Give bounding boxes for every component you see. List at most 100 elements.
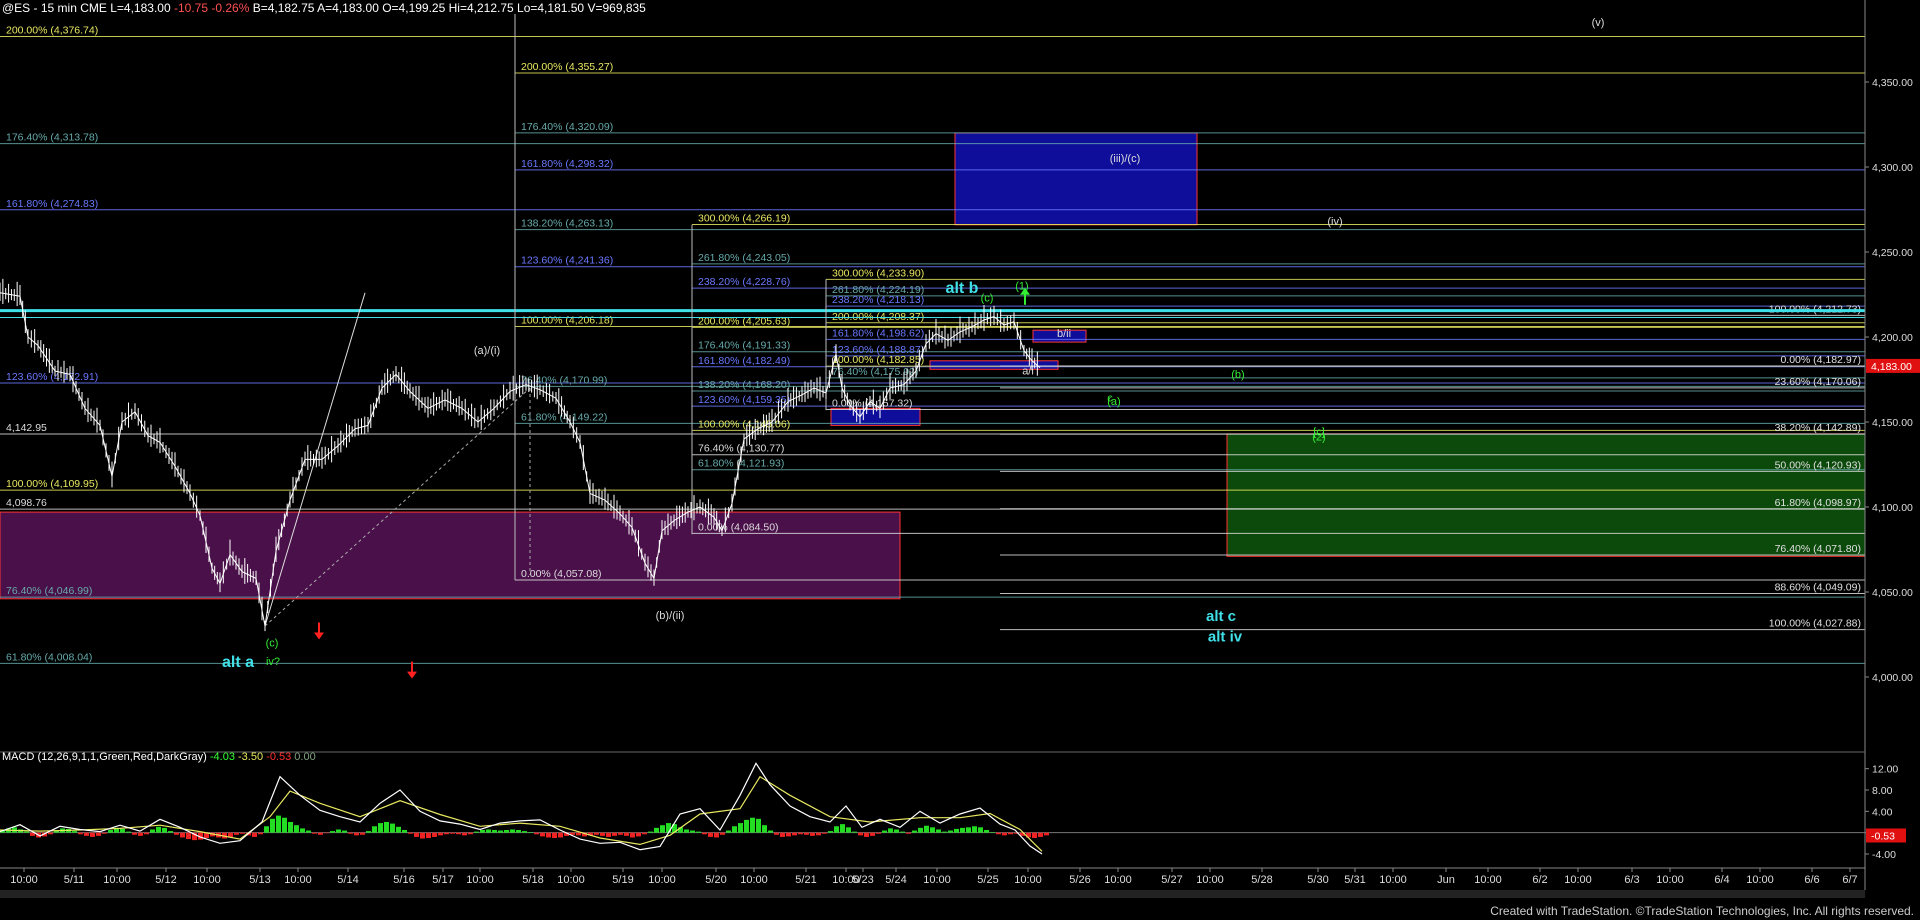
wave-label: (2) — [1312, 432, 1325, 444]
macd-hist-bar — [330, 831, 335, 833]
macd-hist-bar — [342, 830, 347, 833]
time-tick-label: 6/6 — [1804, 874, 1819, 886]
wave-label: a/i — [1022, 365, 1034, 377]
macd-hist-bar — [510, 829, 515, 833]
macd-hist-bar — [732, 826, 737, 833]
time-tick-label: 10:00 — [284, 874, 312, 886]
price-change: -10.75 — [173, 1, 209, 15]
macd-hist-bar — [312, 832, 317, 834]
macd-hist-bar — [504, 830, 509, 833]
macd-hist-bar — [924, 825, 929, 833]
macd-hist-bar — [726, 830, 731, 833]
fib-label: 161.80% (4,198.62) — [832, 327, 924, 339]
fib-label: 88.60% (4,049.09) — [1775, 582, 1861, 594]
macd-hist-bar — [534, 832, 539, 835]
time-tick-label: 5/13 — [249, 874, 270, 886]
fib-label: 200.00% (4,376.74) — [6, 25, 98, 37]
time-tick-label: 10:00 — [557, 874, 585, 886]
macd-hist-bar — [816, 832, 821, 836]
macd-hist-bar — [402, 830, 407, 833]
wave-label: (c) — [981, 292, 994, 304]
macd-hist-bar — [954, 828, 959, 833]
macd-hist-bar — [126, 831, 131, 833]
macd-hist-bar — [438, 832, 443, 836]
time-tick-label: 10:00 — [1104, 874, 1132, 886]
time-tick-label: 5/21 — [795, 874, 816, 886]
price-tick-label: 4,150.00 — [1872, 417, 1913, 429]
macd-hist-bar — [306, 830, 311, 833]
macd-last-label: -0.53 — [1871, 830, 1895, 842]
fib-label: 200.00% (4,208.37) — [832, 311, 924, 323]
time-tick-label: 10:00 — [923, 874, 951, 886]
macd-hist-bar — [168, 831, 173, 833]
macd-hist-bar — [282, 817, 287, 833]
time-tick-label: 5/26 — [1069, 874, 1090, 886]
macd-hist-bar — [444, 832, 449, 835]
macd-hist-bar — [594, 832, 599, 835]
wave-label: (b) — [1231, 369, 1244, 381]
macd-hist-bar — [540, 832, 545, 837]
macd-hist-bar — [276, 815, 281, 833]
macd-hist-bar — [420, 832, 425, 839]
fib-label: 100.00% (4,206.18) — [521, 314, 613, 326]
macd-hist-bar — [384, 822, 389, 833]
macd-hist-bar — [318, 832, 323, 835]
wave-label: (a)/(i) — [474, 345, 500, 357]
fib-label: 0.00% (4,084.50) — [698, 521, 779, 533]
fib-label: 123.60% (4,241.36) — [521, 255, 613, 267]
macd-hist-bar — [468, 832, 473, 835]
fib-label: 161.80% (4,298.32) — [521, 158, 613, 170]
macd-hist-bar — [96, 832, 101, 836]
price-tick-label: 4,050.00 — [1872, 587, 1913, 599]
macd-title: MACD (12,26,9,1,1,Green,Red,DarkGray) — [2, 751, 207, 763]
macd-hist-bar — [24, 831, 29, 833]
fib-label: 50.00% (4,120.93) — [1775, 459, 1861, 471]
price-tick-label: 4,250.00 — [1872, 247, 1913, 259]
macd-hist-bar — [450, 832, 455, 834]
macd-hist-bar — [666, 823, 671, 833]
symbol-label: @ES - 15 min — [2, 1, 77, 15]
macd-hist-bar — [462, 832, 467, 836]
fib-label: 238.20% (4,218.13) — [832, 294, 924, 306]
macd-hist-bar — [300, 828, 305, 833]
macd-hist-bar — [966, 827, 971, 833]
macd-hist-bar — [630, 832, 635, 838]
wave-label: alt b — [946, 280, 979, 297]
macd-hist-bar — [720, 832, 725, 835]
macd-hist-bar — [1044, 832, 1049, 836]
macd-tick-label: 4.00 — [1872, 806, 1893, 818]
macd-hist-bar — [414, 832, 419, 837]
high-price: Hi=4,212.75 — [448, 1, 514, 15]
macd-hist-bar — [708, 832, 713, 837]
macd-hist-bar — [90, 832, 95, 837]
macd-hist-bar — [84, 832, 89, 836]
macd-hist-bar — [486, 829, 491, 833]
price-tick-label: 4,000.00 — [1872, 672, 1913, 684]
macd-hist-bar — [624, 832, 629, 836]
time-tick-label: 5/17 — [432, 874, 453, 886]
macd-hist-bar — [522, 831, 527, 833]
macd-hist-bar — [918, 827, 923, 833]
time-tick-label: 10:00 — [1746, 874, 1774, 886]
macd-hist-bar — [558, 832, 563, 838]
wave-label: (b)/(ii) — [656, 610, 685, 622]
time-tick-label: 10:00 — [1014, 874, 1042, 886]
macd-hist-bar — [228, 832, 233, 837]
macd-hist-bar — [948, 830, 953, 833]
macd-hist-bar — [798, 832, 803, 835]
macd-hist-bar — [690, 830, 695, 833]
time-tick-label: 10:00 — [1474, 874, 1502, 886]
macd-hist-bar — [750, 817, 755, 833]
macd-hist-bar — [78, 832, 83, 835]
macd-hist-bar — [396, 826, 401, 833]
macd-hist-bar — [264, 826, 269, 833]
macd-hist-bar — [72, 831, 77, 833]
time-tick-label: 5/19 — [612, 874, 633, 886]
macd-hist-bar — [474, 831, 479, 833]
macd-hist-bar — [702, 832, 707, 835]
time-tick-label: 5/18 — [522, 874, 543, 886]
fib-label: 123.60% (4,159.35) — [698, 394, 790, 406]
price-tick-label: 4,300.00 — [1872, 162, 1913, 174]
time-tick-label: 10:00 — [103, 874, 131, 886]
macd-hist-bar — [642, 832, 647, 835]
